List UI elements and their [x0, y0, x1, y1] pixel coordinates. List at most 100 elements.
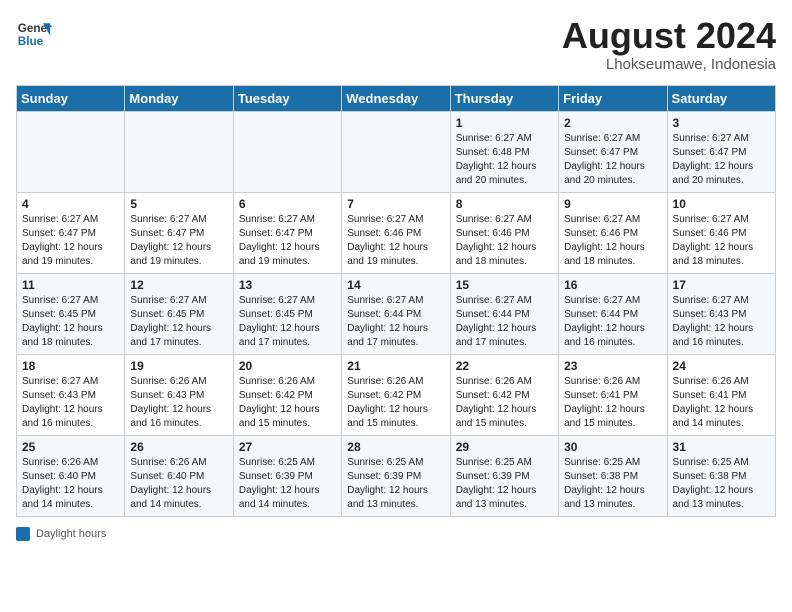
header-monday: Monday: [125, 85, 233, 111]
day-number: 13: [239, 278, 336, 292]
day-info: Sunrise: 6:26 AMSunset: 6:41 PMDaylight:…: [564, 375, 661, 431]
calendar-empty-cell: [125, 111, 233, 192]
day-number: 8: [456, 197, 553, 211]
logo-icon: General Blue: [16, 16, 52, 52]
title-block: August 2024 Lhokseumawe, Indonesia: [562, 16, 776, 73]
calendar-empty-cell: [233, 111, 341, 192]
calendar-day-31: 31Sunrise: 6:25 AMSunset: 6:38 PMDayligh…: [667, 435, 775, 516]
day-info: Sunrise: 6:25 AMSunset: 6:39 PMDaylight:…: [456, 456, 553, 512]
day-number: 12: [130, 278, 227, 292]
calendar-day-10: 10Sunrise: 6:27 AMSunset: 6:46 PMDayligh…: [667, 192, 775, 273]
day-number: 17: [673, 278, 770, 292]
day-number: 9: [564, 197, 661, 211]
calendar-day-13: 13 Sunrise: 6:27 AMSunset: 6:45 PMDayligh…: [233, 273, 341, 354]
day-info: Sunrise: 6:27 AMSunset: 6:45 PMDaylight:…: [130, 294, 227, 350]
day-info: Sunrise: 6:25 AMSunset: 6:39 PMDaylight:…: [239, 456, 336, 512]
day-info: Sunrise: 6:27 AMSunset: 6:44 PMDaylight:…: [456, 294, 553, 350]
day-info: Sunrise: 6:26 AMSunset: 6:40 PMDaylight:…: [130, 456, 227, 512]
calendar-day-16: 16Sunrise: 6:27 AMSunset: 6:44 PMDayligh…: [559, 273, 667, 354]
day-info: Sunrise: 6:25 AMSunset: 6:38 PMDaylight:…: [564, 456, 661, 512]
calendar-day-23: 23 Sunrise: 6:26 AMSunset: 6:41 PMDayligh…: [559, 354, 667, 435]
calendar-day-28: 28Sunrise: 6:25 AMSunset: 6:39 PMDayligh…: [342, 435, 450, 516]
calendar-day-29: 29 Sunrise: 6:25 AMSunset: 6:39 PMDayligh…: [450, 435, 558, 516]
day-number: 7: [347, 197, 444, 211]
day-info: Sunrise: 6:27 AMSunset: 6:43 PMDaylight:…: [22, 375, 119, 431]
day-info: Sunrise: 6:26 AMSunset: 6:41 PMDaylight:…: [673, 375, 770, 431]
calendar-day-3: 3Sunrise: 6:27 AMSunset: 6:47 PMDaylight…: [667, 111, 775, 192]
calendar-day-11: 11 Sunrise: 6:27 AMSunset: 6:45 PMDayligh…: [17, 273, 125, 354]
calendar-day-5: 5 Sunrise: 6:27 AMSunset: 6:47 PMDaylight…: [125, 192, 233, 273]
header-tuesday: Tuesday: [233, 85, 341, 111]
day-number: 5: [130, 197, 227, 211]
calendar-day-26: 26 Sunrise: 6:26 AMSunset: 6:40 PMDayligh…: [125, 435, 233, 516]
calendar-day-14: 14 Sunrise: 6:27 AMSunset: 6:44 PMDayligh…: [342, 273, 450, 354]
day-info: Sunrise: 6:27 AMSunset: 6:44 PMDaylight:…: [347, 294, 444, 350]
calendar-day-1: 1 Sunrise: 6:27 AMSunset: 6:48 PMDaylight…: [450, 111, 558, 192]
calendar-table: SundayMondayTuesdayWednesdayThursdayFrid…: [16, 85, 776, 517]
day-number: 4: [22, 197, 119, 211]
calendar-day-6: 6 Sunrise: 6:27 AMSunset: 6:47 PMDaylight…: [233, 192, 341, 273]
day-number: 25: [22, 440, 119, 454]
day-number: 15: [456, 278, 553, 292]
day-info: Sunrise: 6:26 AMSunset: 6:43 PMDaylight:…: [130, 375, 227, 431]
day-info: Sunrise: 6:26 AMSunset: 6:40 PMDaylight:…: [22, 456, 119, 512]
day-number: 29: [456, 440, 553, 454]
day-info: Sunrise: 6:27 AMSunset: 6:46 PMDaylight:…: [347, 213, 444, 269]
calendar-empty-cell: [342, 111, 450, 192]
month-year: August 2024: [562, 16, 776, 56]
day-info: Sunrise: 6:27 AMSunset: 6:44 PMDaylight:…: [564, 294, 661, 350]
header-thursday: Thursday: [450, 85, 558, 111]
day-number: 19: [130, 359, 227, 373]
day-info: Sunrise: 6:25 AMSunset: 6:38 PMDaylight:…: [673, 456, 770, 512]
page-header: General Blue August 2024 Lhokseumawe, In…: [16, 16, 776, 73]
day-info: Sunrise: 6:25 AMSunset: 6:39 PMDaylight:…: [347, 456, 444, 512]
day-info: Sunrise: 6:27 AMSunset: 6:47 PMDaylight:…: [239, 213, 336, 269]
calendar-day-25: 25 Sunrise: 6:26 AMSunset: 6:40 PMDayligh…: [17, 435, 125, 516]
calendar-day-15: 15 Sunrise: 6:27 AMSunset: 6:44 PMDayligh…: [450, 273, 558, 354]
day-number: 22: [456, 359, 553, 373]
calendar-day-22: 22 Sunrise: 6:26 AMSunset: 6:42 PMDayligh…: [450, 354, 558, 435]
calendar-day-17: 17 Sunrise: 6:27 AMSunset: 6:43 PMDayligh…: [667, 273, 775, 354]
day-info: Sunrise: 6:27 AMSunset: 6:48 PMDaylight:…: [456, 132, 553, 188]
calendar-week-1: 1 Sunrise: 6:27 AMSunset: 6:48 PMDaylight…: [17, 111, 776, 192]
day-info: Sunrise: 6:27 AMSunset: 6:46 PMDaylight:…: [564, 213, 661, 269]
header-wednesday: Wednesday: [342, 85, 450, 111]
day-info: Sunrise: 6:27 AMSunset: 6:45 PMDaylight:…: [239, 294, 336, 350]
day-info: Sunrise: 6:27 AMSunset: 6:46 PMDaylight:…: [456, 213, 553, 269]
day-info: Sunrise: 6:27 AMSunset: 6:47 PMDaylight:…: [564, 132, 661, 188]
day-number: 14: [347, 278, 444, 292]
header-friday: Friday: [559, 85, 667, 111]
header-saturday: Saturday: [667, 85, 775, 111]
footer: Daylight hours: [16, 527, 776, 541]
calendar-day-7: 7 Sunrise: 6:27 AMSunset: 6:46 PMDaylight…: [342, 192, 450, 273]
calendar-day-2: 2 Sunrise: 6:27 AMSunset: 6:47 PMDaylight…: [559, 111, 667, 192]
day-number: 10: [673, 197, 770, 211]
calendar-day-21: 21Sunrise: 6:26 AMSunset: 6:42 PMDayligh…: [342, 354, 450, 435]
day-number: 21: [347, 359, 444, 373]
day-number: 11: [22, 278, 119, 292]
header-sunday: Sunday: [17, 85, 125, 111]
day-number: 26: [130, 440, 227, 454]
location: Lhokseumawe, Indonesia: [562, 56, 776, 73]
day-number: 18: [22, 359, 119, 373]
calendar-day-9: 9 Sunrise: 6:27 AMSunset: 6:46 PMDaylight…: [559, 192, 667, 273]
day-info: Sunrise: 6:27 AMSunset: 6:45 PMDaylight:…: [22, 294, 119, 350]
day-info: Sunrise: 6:26 AMSunset: 6:42 PMDaylight:…: [456, 375, 553, 431]
day-number: 3: [673, 116, 770, 130]
day-number: 1: [456, 116, 553, 130]
logo: General Blue: [16, 16, 52, 52]
day-info: Sunrise: 6:27 AMSunset: 6:47 PMDaylight:…: [130, 213, 227, 269]
calendar-empty-cell: [17, 111, 125, 192]
day-number: 2: [564, 116, 661, 130]
day-info: Sunrise: 6:27 AMSunset: 6:47 PMDaylight:…: [22, 213, 119, 269]
day-number: 6: [239, 197, 336, 211]
footer-label: Daylight hours: [36, 528, 106, 540]
calendar-day-27: 27Sunrise: 6:25 AMSunset: 6:39 PMDayligh…: [233, 435, 341, 516]
calendar-day-4: 4 Sunrise: 6:27 AMSunset: 6:47 PMDaylight…: [17, 192, 125, 273]
day-number: 30: [564, 440, 661, 454]
calendar-week-4: 18 Sunrise: 6:27 AMSunset: 6:43 PMDayligh…: [17, 354, 776, 435]
day-number: 23: [564, 359, 661, 373]
footer-dot: [16, 527, 30, 541]
day-info: Sunrise: 6:27 AMSunset: 6:43 PMDaylight:…: [673, 294, 770, 350]
calendar-day-30: 30 Sunrise: 6:25 AMSunset: 6:38 PMDayligh…: [559, 435, 667, 516]
